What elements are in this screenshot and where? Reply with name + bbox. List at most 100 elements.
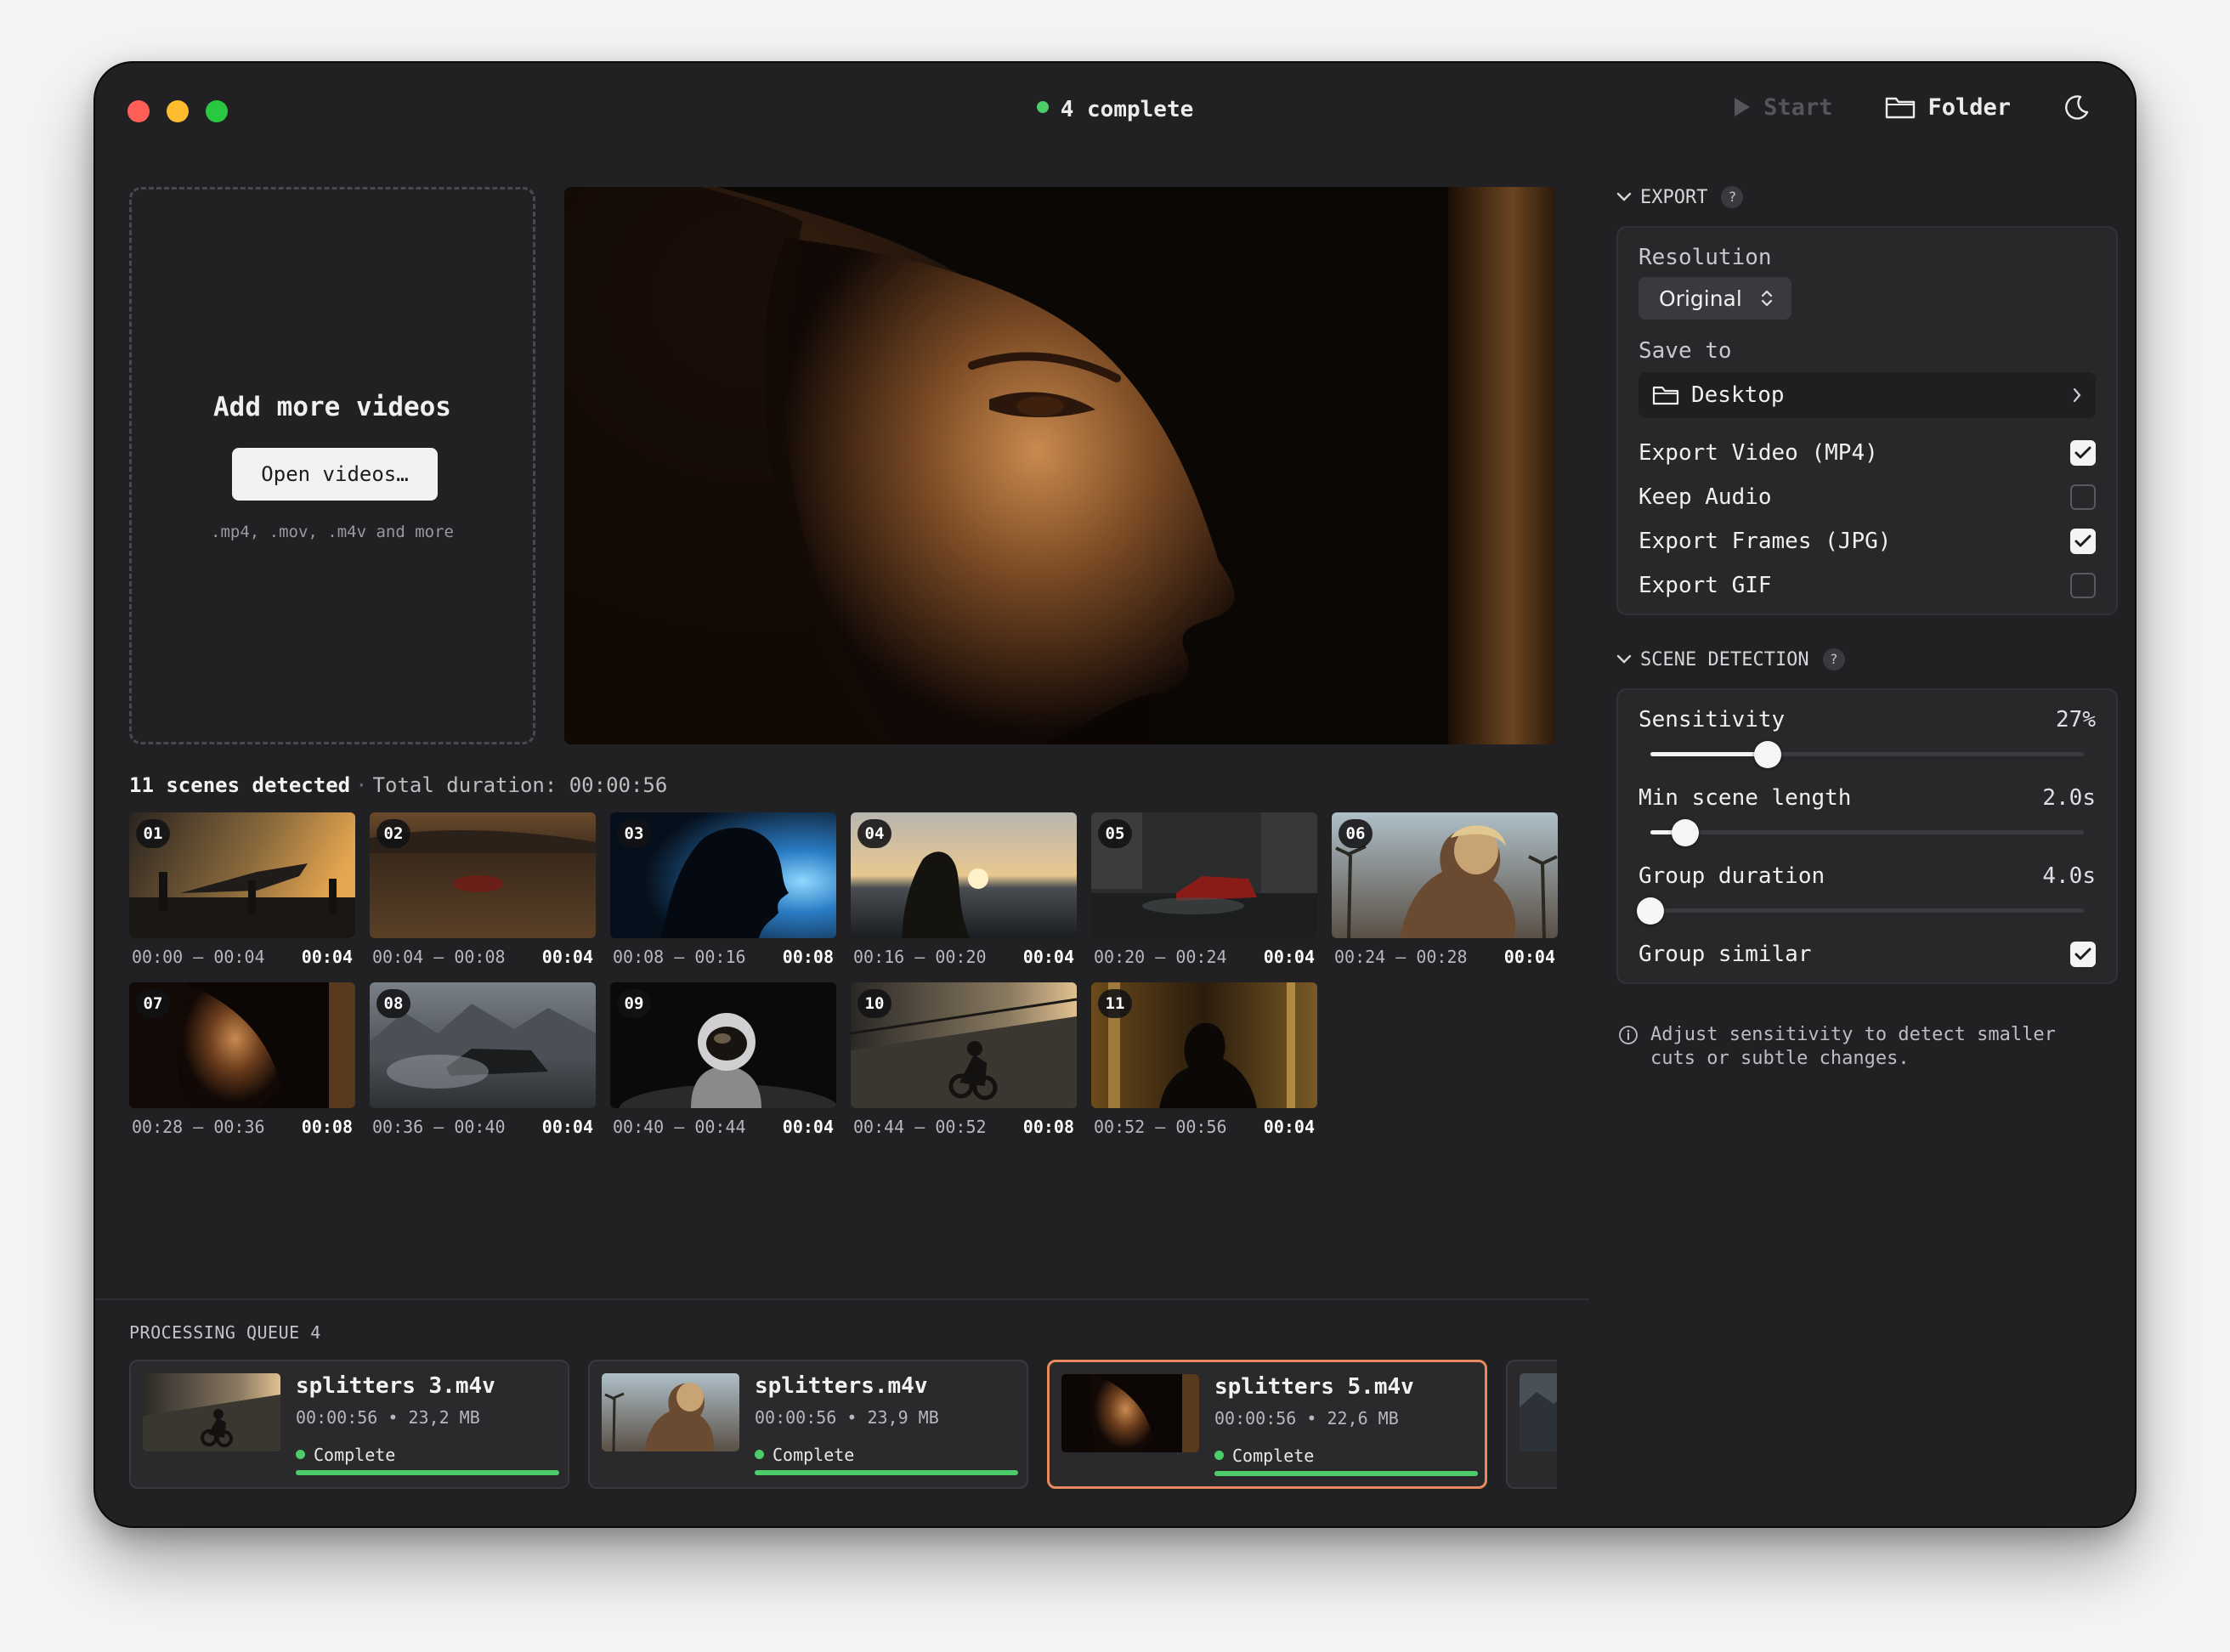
scene-time-range: 00:08 – 00:16	[613, 947, 746, 967]
status-dot	[755, 1450, 764, 1459]
folder-button[interactable]: Folder	[1885, 94, 2011, 121]
theme-toggle-button[interactable]	[2063, 93, 2091, 121]
scene-detection-section-title: SCENE DETECTION	[1640, 648, 1809, 670]
scene-detection-section-header[interactable]: SCENE DETECTION ?	[1616, 644, 2118, 675]
queue-progress-bar	[296, 1470, 559, 1475]
export-gif-checkbox[interactable]	[2070, 573, 2096, 598]
queue-item-partial[interactable]	[1506, 1360, 1557, 1489]
slider-knob[interactable]	[1671, 819, 1699, 846]
total-duration: Total duration: 00:00:56	[372, 773, 668, 797]
resolution-select[interactable]: Original	[1639, 277, 1791, 320]
export-frames-checkbox[interactable]	[2070, 529, 2096, 554]
resolution-value: Original	[1659, 286, 1742, 311]
open-videos-button[interactable]: Open videos…	[232, 448, 438, 501]
settings-panel: EXPORT ? Resolution Original Save to Des…	[1616, 182, 2118, 1071]
scene-meta: 00:20 – 00:24 00:04	[1091, 947, 1317, 967]
app-window: 4 complete Start Folder Add more videos …	[95, 63, 2135, 1526]
scene-meta: 00:44 – 00:52 00:08	[851, 1117, 1077, 1137]
min-scene-slider[interactable]	[1639, 819, 2096, 846]
chevron-down-icon	[1616, 654, 1632, 664]
video-preview[interactable]	[564, 187, 1555, 744]
scene-thumbnail: 09	[610, 982, 836, 1108]
status-dot	[1214, 1451, 1224, 1460]
scene-thumbnail: 10	[851, 982, 1077, 1108]
scene-card[interactable]: 10 00:44 – 00:52 00:08	[851, 982, 1077, 1137]
scene-number-badge: 07	[136, 989, 170, 1018]
scenes-summary: 11 scenes detected · Total duration: 00:00…	[129, 773, 667, 797]
group-duration-value: 4.0s	[2042, 863, 2096, 889]
slider-knob[interactable]	[1637, 897, 1664, 925]
queue-thumbnail	[602, 1373, 739, 1451]
save-to-picker[interactable]: Desktop	[1639, 372, 2096, 418]
save-to-value-group: Desktop	[1652, 382, 1785, 408]
scene-number-badge: 11	[1098, 989, 1132, 1018]
drop-zone-title: Add more videos	[213, 392, 451, 422]
resolution-label: Resolution	[1639, 245, 1772, 270]
export-help-icon[interactable]: ?	[1721, 186, 1744, 208]
scene-number-badge: 09	[617, 989, 651, 1018]
drop-zone[interactable]: Add more videos Open videos… .mp4, .mov,…	[129, 187, 535, 744]
scene-thumbnail: 11	[1091, 982, 1317, 1108]
scene-thumbnail: 06	[1332, 812, 1558, 938]
export-frames-label: Export Frames (JPG)	[1639, 529, 1892, 554]
scene-time-range: 00:04 – 00:08	[372, 947, 506, 967]
export-section-header[interactable]: EXPORT ?	[1616, 182, 2118, 212]
chevron-right-icon	[2073, 388, 2081, 403]
folder-label: Folder	[1927, 93, 2011, 121]
slider-fill	[1650, 752, 1768, 756]
slider-track	[1650, 830, 2084, 834]
sensitivity-label: Sensitivity	[1639, 707, 1786, 733]
scene-thumbnail: 02	[370, 812, 596, 938]
group-duration-slider[interactable]	[1637, 897, 2096, 925]
checkmark-icon	[2074, 535, 2091, 547]
scene-card[interactable]: 05 00:20 – 00:24 00:04	[1091, 812, 1317, 967]
scene-detection-panel: Sensitivity 27% Min scene length 2.0s Gr…	[1616, 688, 2118, 984]
scene-thumbnail: 07	[129, 982, 355, 1108]
scene-detection-help-icon[interactable]: ?	[1822, 648, 1845, 670]
scene-duration: 00:04	[1503, 947, 1555, 967]
export-video-checkbox[interactable]	[2070, 440, 2096, 466]
scene-number-badge: 01	[136, 819, 170, 848]
scene-card[interactable]: 02 00:04 – 00:08 00:04	[370, 812, 596, 967]
slider-knob[interactable]	[1753, 741, 1781, 768]
queue-item-selected[interactable]: splitters 5.m4v 00:00:56 • 22,6 MB Compl…	[1047, 1360, 1487, 1489]
queue-thumbnail	[143, 1373, 280, 1451]
scene-meta: 00:24 – 00:28 00:04	[1332, 947, 1558, 967]
scene-duration: 00:04	[541, 1117, 593, 1137]
scene-card[interactable]: 09 00:40 – 00:44 00:04	[610, 982, 836, 1137]
scene-meta: 00:36 – 00:40 00:04	[370, 1117, 596, 1137]
queue-thumbnail	[1520, 1373, 1557, 1451]
queue-item[interactable]: splitters 3.m4v 00:00:56 • 23,2 MB Compl…	[129, 1360, 569, 1489]
keep-audio-checkbox[interactable]	[2070, 484, 2096, 510]
queue-progress-fill	[296, 1470, 559, 1475]
slider-track	[1650, 908, 2084, 913]
scene-time-range: 00:36 – 00:40	[372, 1117, 506, 1137]
info-icon	[1619, 1026, 1638, 1044]
scene-card[interactable]: 11 00:52 – 00:56 00:04	[1091, 982, 1317, 1137]
queue-thumbnail	[1061, 1374, 1199, 1452]
queue-file-name: splitters 5.m4v	[1214, 1374, 1414, 1400]
start-button[interactable]: Start	[1733, 94, 1832, 121]
export-panel: Resolution Original Save to Desktop Expo…	[1616, 226, 2118, 615]
status-dot	[1036, 101, 1049, 113]
scene-card[interactable]: 07 00:28 – 00:36 00:08	[129, 982, 355, 1137]
folder-icon	[1886, 97, 1916, 119]
tip-line-2: cuts or subtle changes.	[1650, 1048, 1910, 1069]
scene-card[interactable]: 08 00:36 – 00:40 00:04	[370, 982, 596, 1137]
scene-card[interactable]: 01 00:00 – 00:04 00:04	[129, 812, 355, 967]
summary-separator: ·	[355, 773, 368, 797]
scene-number-badge: 06	[1339, 819, 1373, 848]
queue-progress-bar	[1214, 1471, 1478, 1476]
play-icon	[1735, 98, 1751, 116]
sensitivity-slider[interactable]	[1639, 741, 2096, 768]
scene-meta: 00:16 – 00:20 00:04	[851, 947, 1077, 967]
queue-item[interactable]: splitters.m4v 00:00:56 • 23,9 MB Complet…	[588, 1360, 1028, 1489]
scene-time-range: 00:00 – 00:04	[132, 947, 265, 967]
scene-number-badge: 10	[857, 989, 891, 1018]
preview-frame-image	[564, 187, 1555, 744]
group-similar-checkbox[interactable]	[2070, 942, 2096, 967]
scene-time-range: 00:52 – 00:56	[1094, 1117, 1227, 1137]
scene-card[interactable]: 03 00:08 – 00:16 00:08	[610, 812, 836, 967]
scene-card[interactable]: 04 00:16 – 00:20 00:04	[851, 812, 1077, 967]
scene-card[interactable]: 06 00:24 – 00:28 00:04	[1332, 812, 1558, 967]
